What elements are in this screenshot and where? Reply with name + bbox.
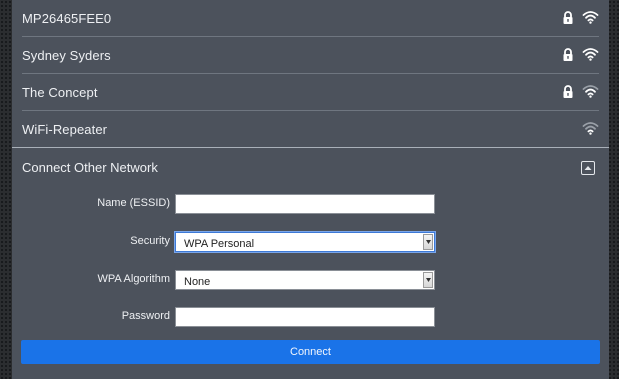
password-input[interactable]: [175, 307, 435, 327]
security-selected-value: WPA Personal: [184, 238, 255, 250]
network-row-wifi-repeater[interactable]: WiFi-Repeater: [12, 111, 609, 147]
wifi-icon: [582, 48, 599, 61]
wifi-settings-panel: MP26465FEE0 Sydney Syders The Concept Wi…: [12, 0, 609, 379]
chevron-down-icon: [425, 278, 431, 282]
password-label: Password: [121, 310, 170, 322]
chevron-down-icon: [425, 240, 431, 244]
connect-button[interactable]: Connect: [21, 340, 600, 364]
wpa-algorithm-label: WPA Algorithm: [97, 273, 170, 285]
section-divider: [12, 147, 609, 148]
wpa-algorithm-selected-value: None: [184, 276, 211, 288]
wifi-icon: [582, 122, 599, 135]
wifi-icon: [582, 11, 599, 24]
network-ssid: MP26465FEE0: [22, 10, 112, 26]
network-row-mp26465fee0[interactable]: MP26465FEE0: [12, 0, 609, 36]
lock-icon: [563, 48, 573, 61]
collapse-button[interactable]: [581, 161, 595, 175]
lock-icon: [563, 85, 573, 98]
security-select[interactable]: WPA Personal: [175, 232, 435, 252]
network-ssid: WiFi-Repeater: [22, 121, 108, 137]
collapse-up-icon: [584, 166, 592, 170]
security-label: Security: [130, 235, 170, 247]
wpa-algorithm-select[interactable]: None: [175, 270, 435, 290]
network-row-sydney-syders[interactable]: Sydney Syders: [12, 37, 609, 73]
dropdown-arrow-button[interactable]: [423, 272, 433, 288]
network-row-the-concept[interactable]: The Concept: [12, 74, 609, 110]
dropdown-arrow-button[interactable]: [423, 234, 433, 250]
wifi-icon: [582, 85, 599, 98]
connect-other-title: Connect Other Network: [22, 160, 158, 175]
name-essid-input[interactable]: [175, 194, 435, 214]
name-essid-label: Name (ESSID): [97, 197, 170, 209]
lock-icon: [563, 11, 573, 24]
network-ssid: The Concept: [22, 84, 98, 100]
network-ssid: Sydney Syders: [22, 47, 111, 63]
